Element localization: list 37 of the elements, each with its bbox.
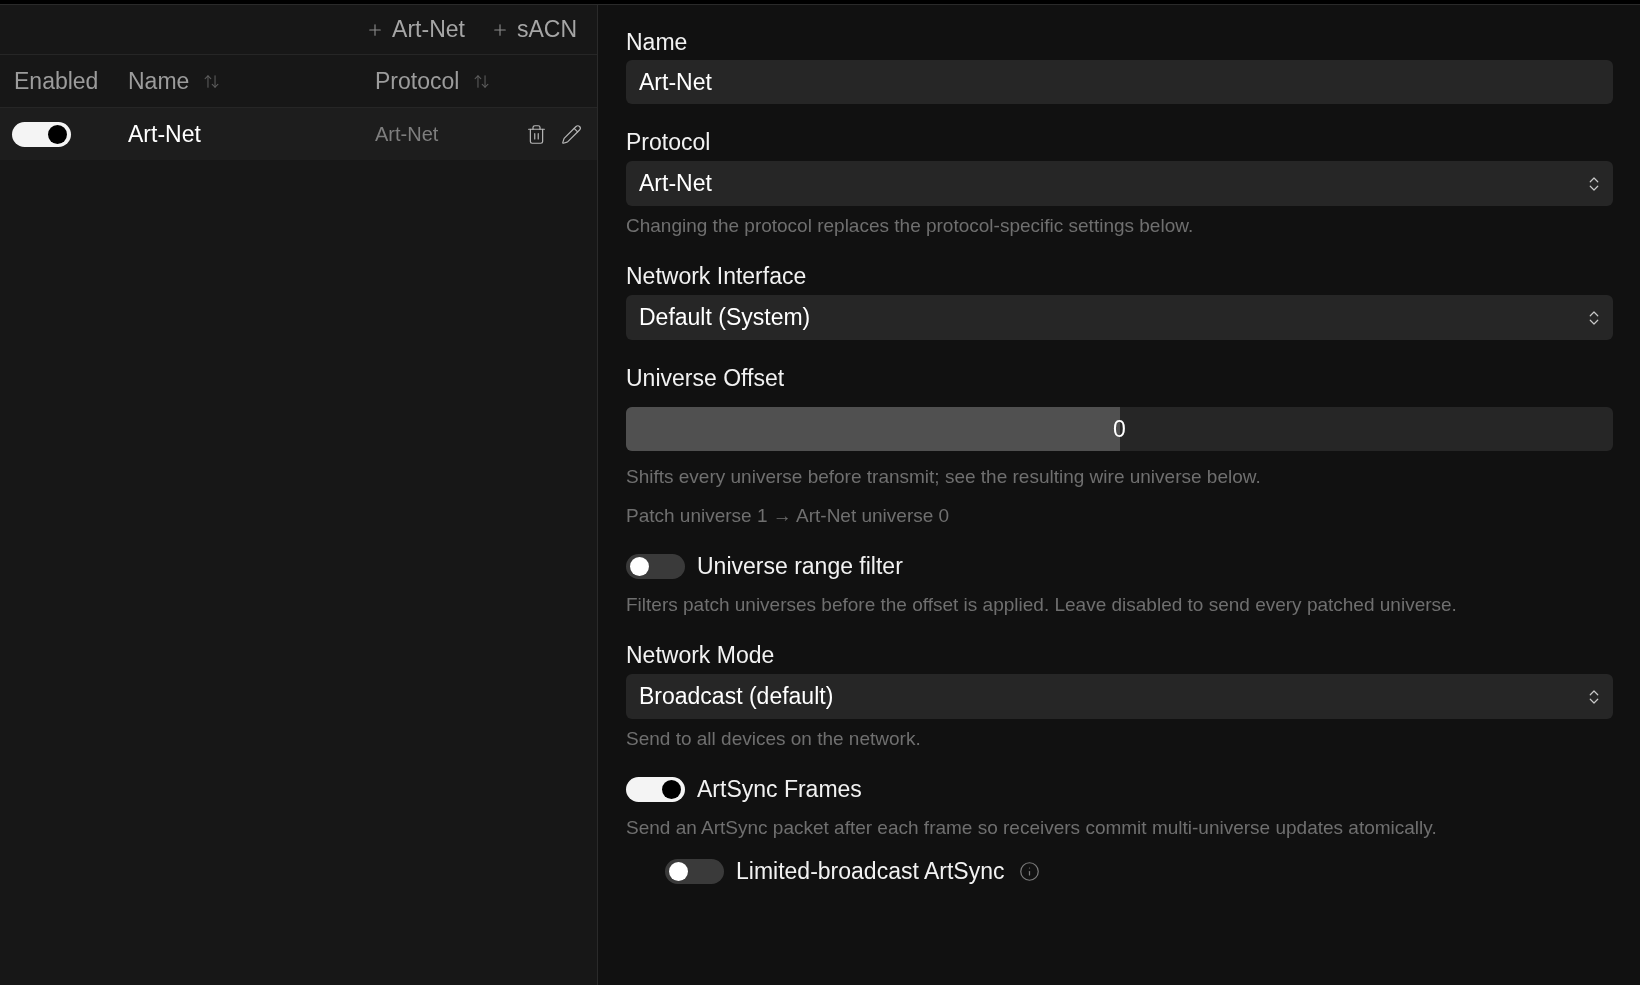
table-cell-text: Art-Net <box>128 119 201 149</box>
toggle-switch[interactable] <box>626 776 685 802</box>
help-text: Send an ArtSync packet after each frame so receivers commit multi-universe updates atomically. <box>626 816 1438 840</box>
help-text: Filters patch universes before the offset is applied. Leave disabled to send every patched universe. <box>626 593 1458 617</box>
column-header[interactable]: Name <box>128 63 221 99</box>
toggle-label: Limited-broadcast ArtSync <box>736 857 1005 885</box>
column-header[interactable]: Protocol <box>375 63 491 99</box>
help-text: Shifts every universe before transmit; see the resulting wire universe below. <box>626 465 1262 489</box>
info-icon[interactable] <box>1019 860 1041 882</box>
help-text: Changing the protocol replaces the protocol-specific settings below. <box>626 214 1195 238</box>
add-button[interactable]: Art-Net <box>366 12 465 47</box>
help-text: Patch universe 1 → Art-Net universe 0 <box>626 504 951 528</box>
slider-value: 0 <box>1113 415 1126 443</box>
field-label: Network Interface <box>626 262 807 290</box>
field-label: Protocol <box>626 128 711 156</box>
help-text: Send to all devices on the network. <box>626 727 922 751</box>
toggle-label: Universe range filter <box>697 552 903 580</box>
text-field[interactable]: Art-Net <box>626 60 1613 104</box>
table-cell-text: Art-Net <box>375 122 439 147</box>
column-header: Enabled <box>14 66 99 96</box>
toggle-switch[interactable] <box>12 121 71 147</box>
field-label: Universe Offset <box>626 364 785 392</box>
toggle-switch[interactable] <box>626 553 685 579</box>
dropdown-select[interactable]: Broadcast (default) <box>626 674 1613 719</box>
field-label: Name <box>626 28 688 56</box>
delete-button[interactable] <box>525 122 548 146</box>
add-button[interactable]: sACN <box>490 12 577 47</box>
table-row[interactable]: Art-Net Art-Net <box>0 108 597 160</box>
toggle-label: ArtSync Frames <box>697 775 862 803</box>
slider-track[interactable]: 0 <box>626 407 1613 451</box>
edit-button[interactable] <box>560 122 583 146</box>
field-label: Network Mode <box>626 641 775 669</box>
trash-icon <box>526 123 547 145</box>
pencil-icon <box>561 123 582 145</box>
toggle-switch[interactable] <box>665 858 724 884</box>
dropdown-select[interactable]: Art-Net <box>626 161 1613 206</box>
dropdown-select[interactable]: Default (System) <box>626 295 1613 340</box>
